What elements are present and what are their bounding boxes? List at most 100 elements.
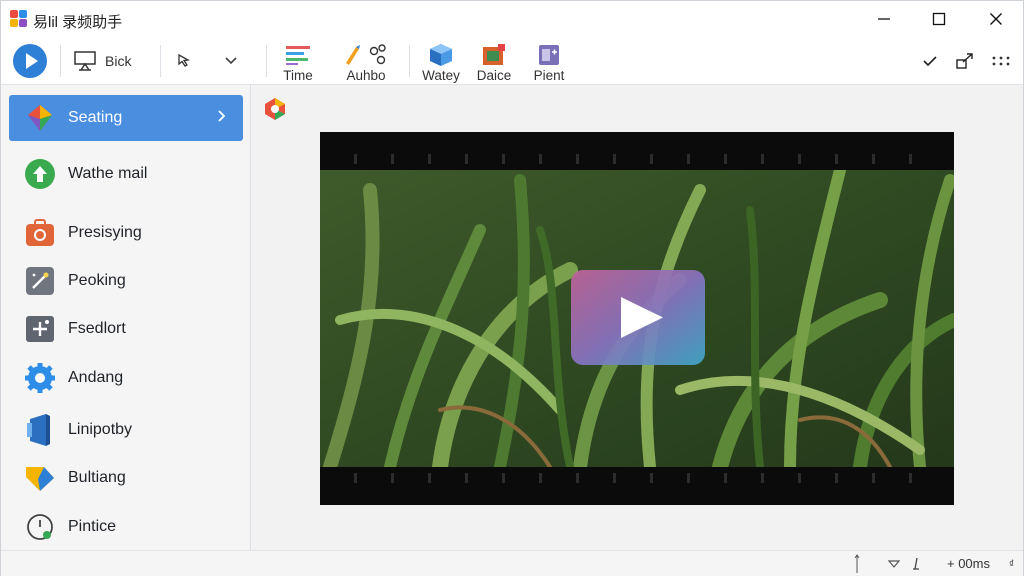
toolbar-separator — [266, 45, 267, 77]
time-button[interactable]: Time — [277, 37, 319, 85]
sidebar-item-presisying[interactable]: Presisying — [9, 210, 243, 256]
marker-pin-icon — [913, 557, 919, 570]
sidebar-item-label: Peoking — [68, 272, 126, 289]
film-perforation — [502, 473, 505, 483]
share-icon — [956, 53, 973, 69]
cursor-icon — [178, 53, 191, 67]
maximize-icon — [932, 12, 946, 26]
auhbo-label: Auhbo — [346, 68, 386, 83]
sidebar-item-label: Bultiang — [68, 469, 126, 486]
sidebar-item-peoking[interactable]: Peoking — [9, 258, 243, 304]
time-label: Time — [283, 68, 313, 83]
sidebar-item-andang[interactable]: Andang — [9, 355, 243, 401]
film-perforation — [761, 154, 764, 164]
sidebar-item-label: Linipotby — [68, 421, 133, 438]
bick-button[interactable]: Bick — [73, 37, 139, 85]
film-perforation — [724, 154, 727, 164]
sidebar-item-seating[interactable]: Seating — [9, 95, 243, 141]
minimize-icon — [878, 18, 890, 20]
film-perforation — [835, 154, 838, 164]
sidebar-item-linipotby[interactable]: Linipotby — [9, 407, 243, 453]
minimize-button[interactable] — [855, 1, 913, 37]
film-perforation — [872, 473, 875, 483]
toolbar: Bick Time Auhbo Watey Daice Pient — [1, 37, 1023, 85]
film-perforation — [502, 154, 505, 164]
toolbar-separator — [409, 45, 410, 77]
sidebar-item-pintice[interactable]: Pintice — [9, 504, 243, 550]
close-button[interactable] — [967, 1, 1024, 37]
play-button[interactable] — [571, 270, 705, 365]
film-perforation — [391, 473, 394, 483]
play-circle-icon — [13, 44, 47, 78]
sidebar-item-label: Wathe mail — [68, 165, 148, 182]
watey-label: Watey — [422, 68, 460, 83]
film-perforation — [798, 154, 801, 164]
sidebar: Seating Wathe mail Presisying Peoking Fs… — [1, 85, 251, 550]
magic-wand-icon — [26, 267, 54, 295]
sidebar-item-bultiang[interactable]: Bultiang — [9, 455, 243, 501]
sidebar-item-label: Pintice — [68, 518, 117, 535]
main-preview-area — [252, 85, 1023, 550]
briefcase-icon — [26, 219, 54, 246]
share-button[interactable] — [953, 37, 977, 85]
toolbar-separator — [60, 45, 61, 77]
sidebar-item-label: Presisying — [68, 224, 142, 241]
film-perforation — [909, 154, 912, 164]
auhbo-button[interactable]: Auhbo — [341, 37, 391, 85]
sidebar-item-fsedlort[interactable]: Fsedlort — [9, 306, 243, 352]
bick-label: Bick — [105, 53, 132, 69]
close-icon — [990, 13, 1002, 25]
film-perforation — [354, 473, 357, 483]
watey-button[interactable]: Watey — [419, 37, 463, 85]
film-perforation — [724, 473, 727, 483]
film-perforation — [687, 154, 690, 164]
video-preview[interactable] — [320, 132, 954, 505]
triangle-down-icon — [888, 560, 900, 568]
device-box-icon — [483, 44, 505, 65]
toolbar-separator — [160, 45, 161, 77]
film-perforation — [798, 473, 801, 483]
daice-button[interactable]: Daice — [473, 37, 515, 85]
film-perforation — [428, 154, 431, 164]
film-strip-bottom — [320, 467, 954, 505]
confirm-button[interactable] — [919, 37, 941, 85]
playhead-marker-icon — [854, 554, 860, 573]
timeline-icon — [286, 46, 310, 65]
water-cube-icon — [430, 44, 452, 66]
checkmark-icon — [923, 56, 937, 67]
cursor-tool-button[interactable] — [173, 37, 197, 85]
app-logo-icon — [10, 10, 27, 27]
monitor-icon — [74, 51, 96, 71]
sidebar-item-label: Fsedlort — [68, 320, 126, 337]
sparkle-panel-icon — [26, 316, 54, 342]
film-perforation — [909, 473, 912, 483]
chevron-right-icon — [218, 110, 226, 122]
maximize-button[interactable] — [910, 1, 968, 37]
app-window: 易lil 录频助手 Bick Time Auhbo Watey Daice Pi… — [0, 0, 1024, 576]
time-readout: + 00ms — [947, 556, 990, 571]
speaker-panel-icon — [27, 414, 50, 446]
film-perforation — [835, 473, 838, 483]
sidebar-item-wathe-mail[interactable]: Wathe mail — [9, 151, 243, 197]
film-perforation — [539, 154, 542, 164]
more-button[interactable] — [989, 37, 1013, 85]
status-bar: + 00ms ₫ — [1, 550, 1023, 576]
corner-glyph: ₫ — [1009, 559, 1015, 570]
film-perforation — [872, 154, 875, 164]
record-button[interactable] — [12, 37, 48, 85]
film-perforation — [761, 473, 764, 483]
upload-arrow-icon — [25, 159, 55, 189]
audio-pen-icon — [346, 44, 386, 65]
film-perforation — [650, 154, 653, 164]
chevron-down-icon — [225, 57, 237, 65]
sidebar-item-label: Seating — [68, 109, 123, 126]
tag-diamond-icon — [26, 467, 54, 491]
film-perforation — [465, 154, 468, 164]
film-perforation — [354, 154, 357, 164]
pient-label: Pient — [533, 68, 565, 83]
play-icon — [571, 270, 705, 365]
film-perforation — [428, 473, 431, 483]
dropdown-button[interactable] — [221, 37, 241, 85]
pient-button[interactable]: Pient — [529, 37, 569, 85]
gear-icon — [25, 363, 55, 393]
